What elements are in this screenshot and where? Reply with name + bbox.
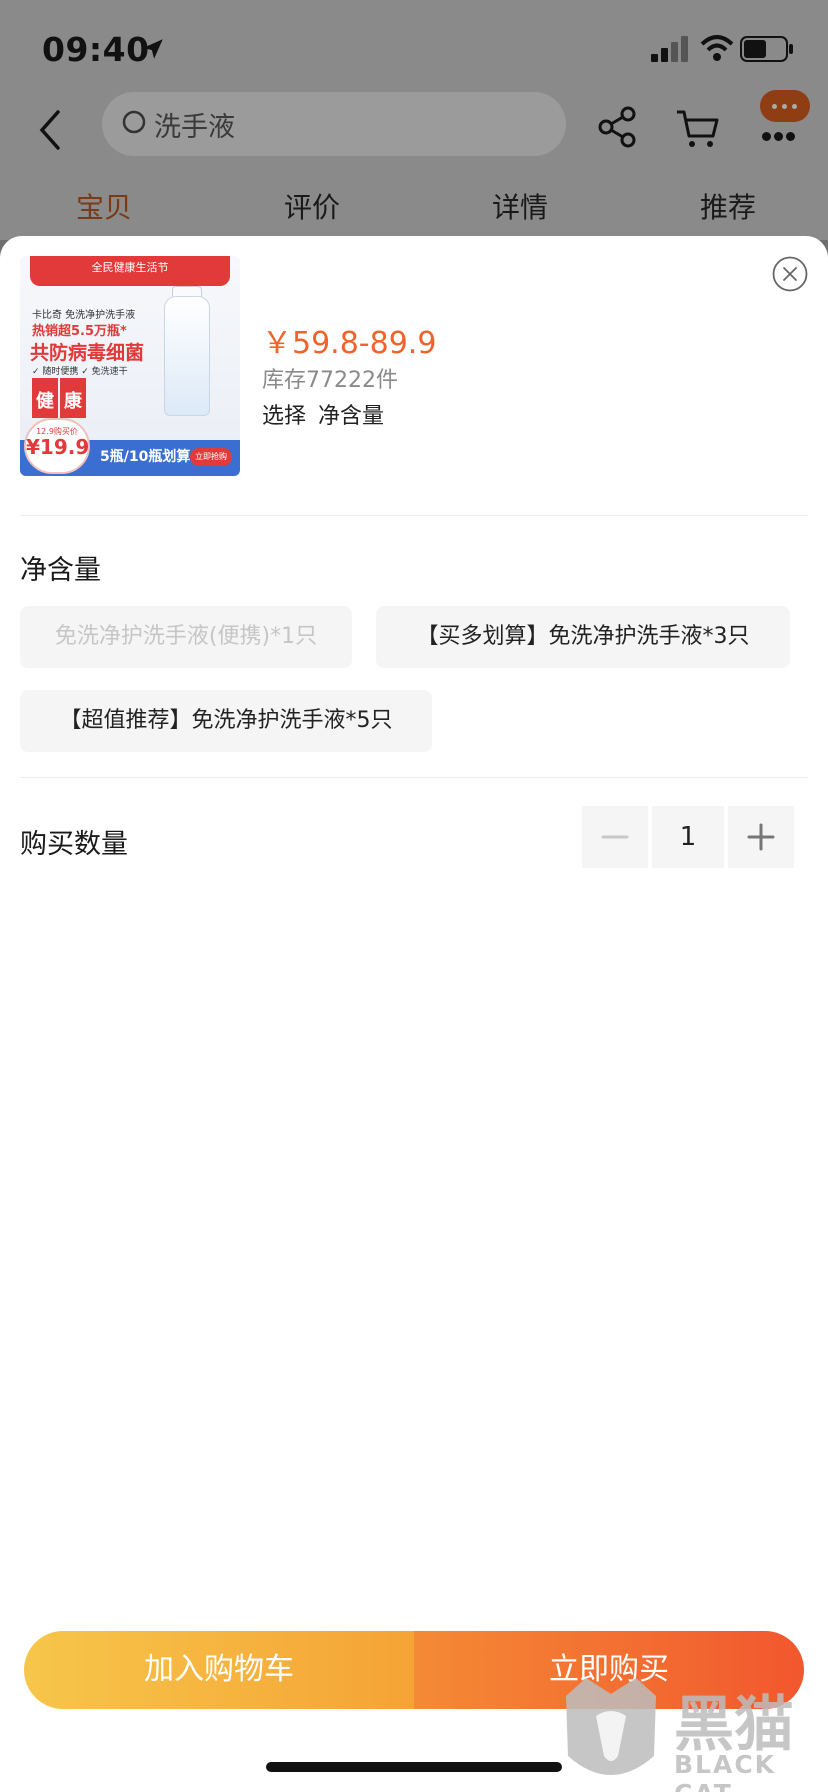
back-icon[interactable] xyxy=(36,108,66,152)
spec-option-1[interactable]: 免洗净护洗手液(便携)*1只 xyxy=(20,606,352,668)
top-nav: 洗手液 xyxy=(0,90,828,170)
thumb-tag-2: 康 xyxy=(60,378,86,418)
add-to-cart-button[interactable]: 加入购物车 xyxy=(24,1631,414,1709)
thumb-line: 卡比奇 免洗净护洗手液 xyxy=(32,310,136,321)
selection-summary: 选择 净含量 xyxy=(262,398,396,430)
quantity-title: 购买数量 xyxy=(20,829,128,860)
select-spec: 净含量 xyxy=(318,404,385,429)
divider xyxy=(20,515,808,516)
search-query: 洗手液 xyxy=(154,112,235,143)
tab-bar: 宝贝 评价 详情 推荐 xyxy=(0,186,828,236)
tab-details[interactable]: 详情 xyxy=(492,186,548,226)
quantity-stepper: 1 xyxy=(582,806,794,868)
cat-logo-icon xyxy=(566,1678,656,1775)
black-cat-watermark: 黑猫 BLACK CAT xyxy=(556,1676,828,1792)
location-arrow-icon xyxy=(143,39,163,59)
message-badge-icon xyxy=(760,90,810,122)
more-dots-icon xyxy=(762,126,802,141)
thumb-strip-text: 5瓶/10瓶划算 xyxy=(100,449,191,465)
battery-icon xyxy=(740,36,793,62)
product-thumbnail[interactable]: 全民健康生活节 卡比奇 免洗净护洗手液 热销超5.5万瓶* 共防病毒细菌 ✓ 随… xyxy=(20,256,240,476)
spec-title: 净含量 xyxy=(20,555,101,586)
thumb-strip-button: 立即抢购 xyxy=(190,448,232,466)
cart-icon[interactable] xyxy=(675,108,721,150)
thumb-subline: ✓ 随时便携 ✓ 免洗速干 xyxy=(32,367,128,377)
share-icon[interactable] xyxy=(598,106,638,148)
tab-product[interactable]: 宝贝 xyxy=(76,186,132,226)
increment-button[interactable] xyxy=(728,806,794,868)
spec-option-5[interactable]: 【超值推荐】免洗净护洗手液*5只 xyxy=(20,690,432,752)
close-icon[interactable] xyxy=(772,256,808,292)
watermark-en: BLACK CAT xyxy=(674,1750,777,1792)
tab-recommend[interactable]: 推荐 xyxy=(700,186,756,226)
thumb-hot: 热销超5.5万瓶* xyxy=(32,324,127,339)
search-input[interactable]: 洗手液 xyxy=(102,92,566,156)
plus-icon xyxy=(747,823,775,851)
sku-sheet: 全民健康生活节 卡比奇 免洗净护洗手液 热销超5.5万瓶* 共防病毒细菌 ✓ 随… xyxy=(0,236,828,1792)
bottle-graphic xyxy=(164,296,210,416)
thumb-headline: 共防病毒细菌 xyxy=(30,342,145,364)
background-page: 09:40 洗手液 宝贝 评价 详情 推荐 xyxy=(0,0,828,240)
minus-icon xyxy=(601,835,629,839)
home-indicator xyxy=(266,1762,562,1772)
decrement-button[interactable] xyxy=(582,806,648,868)
thumb-price-circle: 12.9购买价 ¥19.9 xyxy=(24,418,90,474)
thumb-tag-1: 健 xyxy=(32,378,58,418)
thumb-price: ¥19.9 xyxy=(26,435,90,459)
thumb-banner: 全民健康生活节 xyxy=(30,256,230,286)
spec-option-3[interactable]: 【买多划算】免洗净护洗手液*3只 xyxy=(376,606,790,668)
tab-reviews[interactable]: 评价 xyxy=(284,186,340,226)
select-prefix: 选择 xyxy=(262,404,307,429)
price-range: ￥59.8-89.9 xyxy=(262,326,437,361)
divider xyxy=(20,777,808,778)
quantity-value[interactable]: 1 xyxy=(652,806,724,868)
more-menu-button[interactable] xyxy=(760,90,816,160)
search-icon xyxy=(122,110,146,134)
status-bar: 09:40 xyxy=(0,0,828,90)
stock-count: 库存77222件 xyxy=(262,368,398,393)
wifi-icon xyxy=(700,35,734,61)
cell-signal-icon xyxy=(651,36,688,62)
status-time: 09:40 xyxy=(42,30,150,69)
